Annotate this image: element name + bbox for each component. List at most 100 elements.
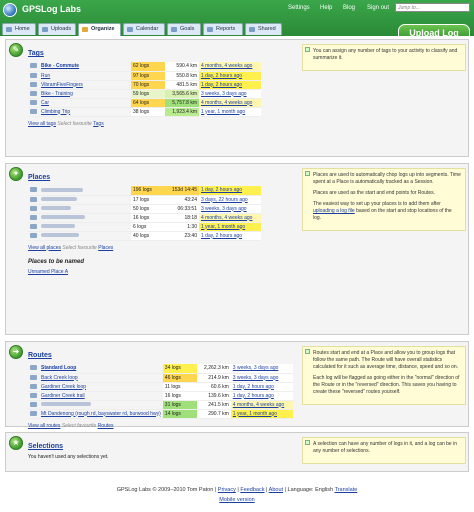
places-row-icon <box>30 187 37 193</box>
translate-link[interactable]: Translate <box>335 487 358 493</box>
routes-title[interactable]: Routes <box>28 352 298 359</box>
view-all-tags-link[interactable]: View all tags <box>28 121 56 127</box>
tab-goals[interactable]: Goals <box>167 23 201 35</box>
feedback-link[interactable]: Feedback <box>240 487 264 493</box>
tags-ago-cell[interactable]: 3 weeks, 3 days ago <box>199 89 261 99</box>
unnamed-place-link[interactable]: Unnamed Place A <box>28 269 68 275</box>
view-all-places-link[interactable]: View all places <box>28 245 61 251</box>
tab-uploads[interactable]: Uploads <box>38 23 76 35</box>
routes-logs-cell: 46 logs <box>162 373 197 383</box>
tags-name-link[interactable]: Bike - Training <box>41 91 73 97</box>
selections-help-note: A selection can have any number of logs … <box>302 437 466 464</box>
tab-calendar[interactable]: Calendar <box>123 23 165 35</box>
routes-ago-cell[interactable]: 4 months, 4 weeks ago <box>230 400 293 410</box>
footer: GPSLog Labs © 2009–2010 Tom Paton | Priv… <box>0 482 474 512</box>
redacted-name[interactable] <box>41 224 75 229</box>
dismiss-note-icon[interactable] <box>305 47 310 52</box>
places-ago-cell[interactable]: 1 day, 2 hours ago <box>199 231 261 241</box>
routes-name-link[interactable]: Gardiner Creek trail <box>41 393 85 399</box>
tab-organize[interactable]: Organize <box>78 23 121 36</box>
routes-dist-cell: 290.7 km <box>196 409 231 419</box>
places-row-icon <box>30 223 37 229</box>
routes-row-icon <box>30 374 37 380</box>
places-ago-cell[interactable]: 3 days, 22 hours ago <box>199 195 261 205</box>
places-ago-cell[interactable]: 1 year, 1 month ago <box>199 222 261 232</box>
places-row-icon <box>30 205 37 211</box>
places-ago-cell[interactable]: 4 months, 4 weeks ago <box>199 213 261 223</box>
tags-ago-cell[interactable]: 4 months, 4 weeks ago <box>199 62 261 72</box>
places-row-icon <box>30 232 37 238</box>
tab-shared[interactable]: Shared <box>245 23 282 35</box>
tags-ago-cell[interactable]: 1 day, 2 hours ago <box>199 80 261 90</box>
tags-logs-cell: 62 logs <box>131 62 165 72</box>
redacted-name[interactable] <box>41 402 91 407</box>
redacted-name[interactable] <box>41 187 83 192</box>
dismiss-note-icon[interactable] <box>305 171 310 176</box>
tags-name-link[interactable]: Climbing Trip <box>41 109 70 115</box>
redacted-name[interactable] <box>41 233 79 238</box>
routes-row-icon <box>30 365 37 371</box>
tags-dist-cell: 3,565.6 km <box>165 89 199 99</box>
routes-name-link[interactable]: Standard Loop <box>41 365 76 371</box>
tags-row-icon <box>30 90 37 96</box>
routes-row: Gardiner Creek loop 11 logs 60.6 km 1 day, … <box>28 382 293 392</box>
routes-dist-cell: 139.6 km <box>196 391 231 401</box>
redacted-name[interactable] <box>41 206 71 211</box>
main-content: ✎ Tags Bike - Commute 62 logs 590.4 km 4 mo… <box>0 36 474 482</box>
selections-title[interactable]: Selections <box>28 443 298 450</box>
blog-link[interactable]: Blog <box>343 5 355 11</box>
route-icon: ➜ <box>9 345 23 359</box>
globe-logo-icon <box>3 3 17 17</box>
tags-ago-cell[interactable]: 1 day, 2 hours ago <box>199 71 261 81</box>
privacy-link[interactable]: Privacy <box>218 487 236 493</box>
upload-log-file-link[interactable]: uploading a log file <box>313 208 355 214</box>
routes-row-icon <box>30 401 37 407</box>
uploads-icon <box>42 27 48 32</box>
places-dist-cell: 23:40 <box>165 231 199 241</box>
routes-ago-cell[interactable]: 3 weeks, 3 days ago <box>230 364 293 374</box>
tags-name-link[interactable]: Run <box>41 73 50 79</box>
settings-link[interactable]: Settings <box>288 5 310 11</box>
redacted-name[interactable] <box>41 215 85 220</box>
places-row: 40 logs 23:40 1 day, 2 hours ago <box>28 231 261 241</box>
tags-logs-cell: 70 logs <box>131 80 165 90</box>
mobile-version-link[interactable]: Mobile version <box>219 497 254 503</box>
tags-dist-cell: 1,923.4 km <box>165 107 199 117</box>
tags-logs-cell: 38 logs <box>131 107 165 117</box>
tags-name-link[interactable]: Bike - Commute <box>41 63 79 69</box>
about-link[interactable]: About <box>269 487 283 493</box>
routes-ago-cell[interactable]: 1 year, 1 month ago <box>230 409 293 419</box>
jump-search-input[interactable]: Jump to... <box>395 3 470 12</box>
tags-dist-cell: 550.8 km <box>165 71 199 81</box>
routes-ago-cell[interactable]: 3 weeks, 3 days ago <box>230 373 293 383</box>
routes-name-link[interactable]: Gardiner Creek loop <box>41 384 86 390</box>
signout-link[interactable]: Sign out <box>367 5 389 11</box>
routes-name-link[interactable]: Mt Dandenong (rough rd, bayswater rd, bu… <box>41 411 161 417</box>
places-logs-cell: 40 logs <box>131 231 165 241</box>
select-favourite-places-link[interactable]: Places <box>98 245 113 251</box>
tags-help-note: You can assign any number of tags to you… <box>302 44 466 71</box>
routes-ago-cell[interactable]: 1 day, 2 hours ago <box>230 391 293 401</box>
tags-name-link[interactable]: VibramFiveFingers <box>41 82 83 88</box>
places-ago-cell[interactable]: 3 weeks, 3 days ago <box>199 204 261 214</box>
places-ago-cell[interactable]: 1 day, 2 hours ago <box>199 186 261 196</box>
tab-reports[interactable]: Reports <box>203 23 243 35</box>
routes-name-link[interactable]: Back Creek loop <box>41 375 78 381</box>
tab-home[interactable]: Home <box>2 23 36 35</box>
dismiss-note-icon[interactable] <box>305 440 310 445</box>
view-all-routes-link[interactable]: View all routes <box>28 423 60 429</box>
select-favourite-tags-link[interactable]: Tags <box>93 121 104 127</box>
places-title[interactable]: Places <box>28 174 298 181</box>
routes-ago-cell[interactable]: 1 day, 2 hours ago <box>230 382 293 392</box>
tags-name-link[interactable]: Car <box>41 100 49 106</box>
routes-row: Standard Loop 34 logs 2,262.3 km 3 weeks, 3… <box>28 364 293 374</box>
help-link[interactable]: Help <box>320 5 332 11</box>
tags-ago-cell[interactable]: 4 months, 4 weeks ago <box>199 98 261 108</box>
redacted-name[interactable] <box>41 197 77 202</box>
dismiss-note-icon[interactable] <box>305 349 310 354</box>
places-row: 50 logs 06:33:51 3 weeks, 3 days ago <box>28 204 261 214</box>
select-favourite-routes-link[interactable]: Routes <box>98 423 114 429</box>
tags-ago-cell[interactable]: 1 year, 1 month ago <box>199 107 261 117</box>
tags-table: Bike - Commute 62 logs 590.4 km 4 months, 4… <box>28 62 261 117</box>
tags-title[interactable]: Tags <box>28 50 298 57</box>
